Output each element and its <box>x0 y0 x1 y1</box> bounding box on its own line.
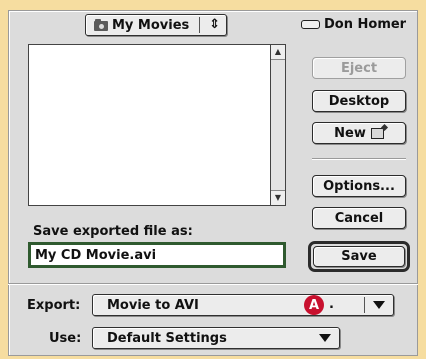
new-folder-label: New <box>334 125 366 141</box>
settings-popup[interactable]: Default Settings <box>92 327 340 349</box>
export-label: Export: <box>27 298 81 313</box>
divider <box>312 158 406 159</box>
use-label: Use: <box>49 331 82 346</box>
options-button[interactable]: Options... <box>312 175 406 197</box>
eject-button[interactable]: Eject <box>312 57 406 79</box>
save-button[interactable]: Save <box>313 246 405 267</box>
dropdown-arrow-icon <box>373 301 385 309</box>
filename-field[interactable]: My CD Movie.avi <box>28 242 286 268</box>
export-format-value: Movie to AVI <box>107 297 199 313</box>
updown-arrows-icon: ⇕ <box>209 17 220 32</box>
folder-icon <box>94 19 108 31</box>
section-divider <box>8 283 418 284</box>
callout-marker: A <box>304 295 324 315</box>
save-as-label: Save exported file as: <box>33 224 193 239</box>
export-format-popup[interactable]: Movie to AVI <box>92 294 394 316</box>
folder-popup-label: My Movies <box>112 17 190 33</box>
drive-icon <box>301 20 320 29</box>
file-list-scrollbar[interactable]: ▲ ▼ <box>270 45 285 205</box>
desktop-button[interactable]: Desktop <box>312 90 406 112</box>
new-folder-button[interactable]: New <box>312 122 406 144</box>
callout-suffix: . <box>329 297 334 312</box>
folder-popup[interactable]: My Movies ⇕ <box>85 14 227 36</box>
dropdown-arrow-icon <box>319 334 331 342</box>
cancel-button[interactable]: Cancel <box>312 207 406 229</box>
file-list[interactable]: ▲ ▼ <box>28 44 286 206</box>
new-folder-icon <box>370 127 384 139</box>
scroll-up-arrow-icon[interactable]: ▲ <box>271 45 285 60</box>
settings-value: Default Settings <box>107 330 227 346</box>
drive-name: Don Homer <box>324 17 407 32</box>
drive-indicator: Don Homer <box>301 17 406 32</box>
scroll-down-arrow-icon[interactable]: ▼ <box>271 190 285 205</box>
